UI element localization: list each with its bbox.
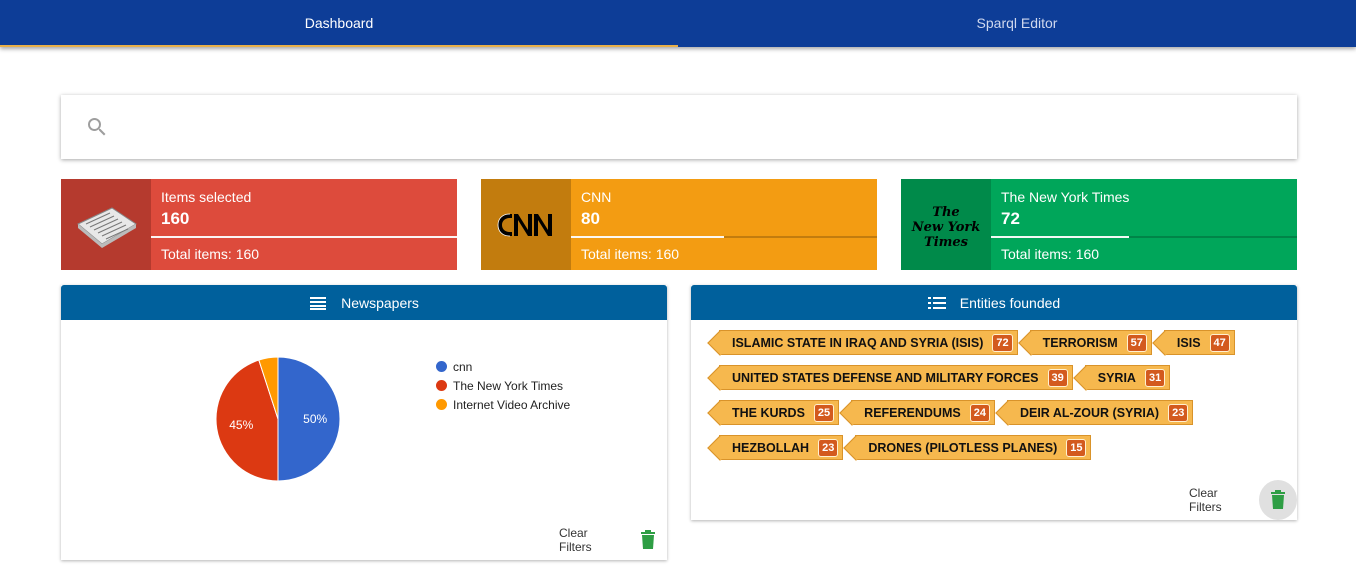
entity-tag[interactable]: TERRORISM 57 — [1029, 330, 1152, 355]
list-lines-icon — [310, 296, 327, 310]
tag-count: 23 — [818, 438, 839, 457]
legend-item[interactable]: The New York Times — [436, 376, 570, 395]
panel-title: Newspapers — [341, 294, 419, 311]
nyt-logo: The New York Times — [901, 179, 991, 270]
svg-text:New York: New York — [911, 220, 980, 235]
newspapers-panel: Newspapers 50% 45% cnn The New York Times… — [61, 285, 667, 560]
card-value: 72 — [1001, 209, 1020, 228]
tag-count: 24 — [969, 403, 990, 422]
entity-tag[interactable]: UNITED STATES DEFENSE AND MILITARY FORCE… — [719, 365, 1073, 390]
top-nav: Dashboard Sparql Editor — [0, 0, 1356, 47]
card-label: Items selected — [161, 189, 252, 205]
card-body: CNN 80 Total items: 160 — [571, 179, 877, 270]
svg-text:Times: Times — [924, 235, 969, 250]
card-items-selected: Items selected 160 Total items: 160 — [61, 179, 457, 270]
progress-bar — [571, 236, 877, 238]
tab-dashboard[interactable]: Dashboard — [0, 0, 678, 47]
panel-header: Entities founded — [691, 285, 1297, 320]
tag-count: 25 — [813, 403, 835, 422]
pie-slice-label: 50% — [303, 412, 327, 426]
card-total: Total items: 160 — [161, 246, 260, 262]
legend-label: Internet Video Archive — [453, 397, 571, 412]
clear-filters: Clear Filters — [1189, 480, 1297, 520]
entities-panel: Entities founded ISLAMIC STATE IN IRAQ A… — [691, 285, 1297, 520]
pie-chart: 50% 45% — [215, 356, 341, 482]
panel-title: Entities founded — [959, 294, 1061, 311]
clear-filters-label: Clear Filters — [1189, 486, 1222, 514]
tag-count: 47 — [1209, 333, 1230, 352]
entity-tag[interactable]: DEIR AL-ZOUR (SYRIA) 23 — [1006, 400, 1194, 425]
entity-tag[interactable]: THE KURDS 25 — [719, 400, 840, 425]
tag-count: 23 — [1168, 403, 1189, 422]
list-bullets-icon — [927, 296, 946, 309]
card-cnn: CNN 80 Total items: 160 — [481, 179, 877, 270]
card-body: Items selected 160 Total items: 160 — [151, 179, 457, 270]
entity-tag[interactable]: ISIS 47 — [1163, 330, 1235, 355]
card-body: The New York Times 72 Total items: 160 — [991, 179, 1297, 270]
clear-filters: Clear Filters — [559, 520, 667, 560]
tag-count: 15 — [1066, 438, 1087, 457]
tag-count: 39 — [1047, 368, 1068, 387]
tag-count: 31 — [1144, 368, 1166, 387]
card-value: 160 — [161, 209, 190, 228]
search-input[interactable] — [121, 107, 1297, 147]
trash-icon — [1270, 490, 1285, 509]
entity-tag[interactable]: HEZBOLLAH 23 — [719, 435, 844, 460]
tag-row: THE KURDS 25 REFERENDUMS 24 DEIR AL-ZOUR (… — [719, 400, 1279, 435]
legend-item[interactable]: Internet Video Archive — [436, 395, 570, 414]
chart-legend: cnn The New York Times Internet Video Ar… — [436, 357, 570, 414]
search-bar — [61, 95, 1297, 159]
entity-tags: ISLAMIC STATE IN IRAQ AND SYRIA (ISIS) 72… — [719, 330, 1279, 470]
cnn-logo — [481, 179, 571, 270]
card-total: Total items: 160 — [1001, 246, 1100, 262]
card-label: CNN — [581, 189, 612, 205]
tag-row: ISLAMIC STATE IN IRAQ AND SYRIA (ISIS) 72… — [719, 330, 1279, 365]
card-value: 80 — [581, 209, 600, 228]
progress-bar — [991, 236, 1297, 238]
card-nyt: The New York Times The New York Times 72… — [901, 179, 1297, 270]
trash-icon — [640, 530, 655, 549]
tag-row: HEZBOLLAH 23 DRONES (PILOTLESS PLANES) 15 — [719, 435, 1279, 470]
progress-bar — [151, 236, 457, 238]
legend-item[interactable]: cnn — [436, 357, 570, 376]
svg-text:The: The — [932, 205, 959, 220]
card-label: The New York Times — [1001, 189, 1130, 205]
tag-count: 72 — [992, 333, 1013, 352]
tag-row: UNITED STATES DEFENSE AND MILITARY FORCE… — [719, 365, 1279, 400]
pie-slice-label: 45% — [229, 418, 253, 432]
entity-tag[interactable]: ISLAMIC STATE IN IRAQ AND SYRIA (ISIS) 72 — [719, 330, 1018, 355]
clear-filters-button[interactable] — [1258, 480, 1297, 520]
legend-label: cnn — [453, 359, 473, 374]
newspaper-icon — [61, 179, 151, 270]
panel-header: Newspapers — [61, 285, 667, 320]
clear-filters-button[interactable] — [629, 520, 667, 560]
tag-count: 57 — [1126, 333, 1147, 352]
tab-sparql-editor[interactable]: Sparql Editor — [678, 0, 1356, 47]
entity-tag[interactable]: REFERENDUMS 24 — [851, 400, 995, 425]
legend-label: The New York Times — [453, 378, 564, 393]
search-icon[interactable] — [85, 115, 109, 139]
card-total: Total items: 160 — [581, 246, 680, 262]
entity-tag[interactable]: DRONES (PILOTLESS PLANES) 15 — [855, 435, 1092, 460]
clear-filters-label: Clear Filters — [559, 526, 592, 554]
entity-tag[interactable]: SYRIA 31 — [1084, 365, 1171, 390]
